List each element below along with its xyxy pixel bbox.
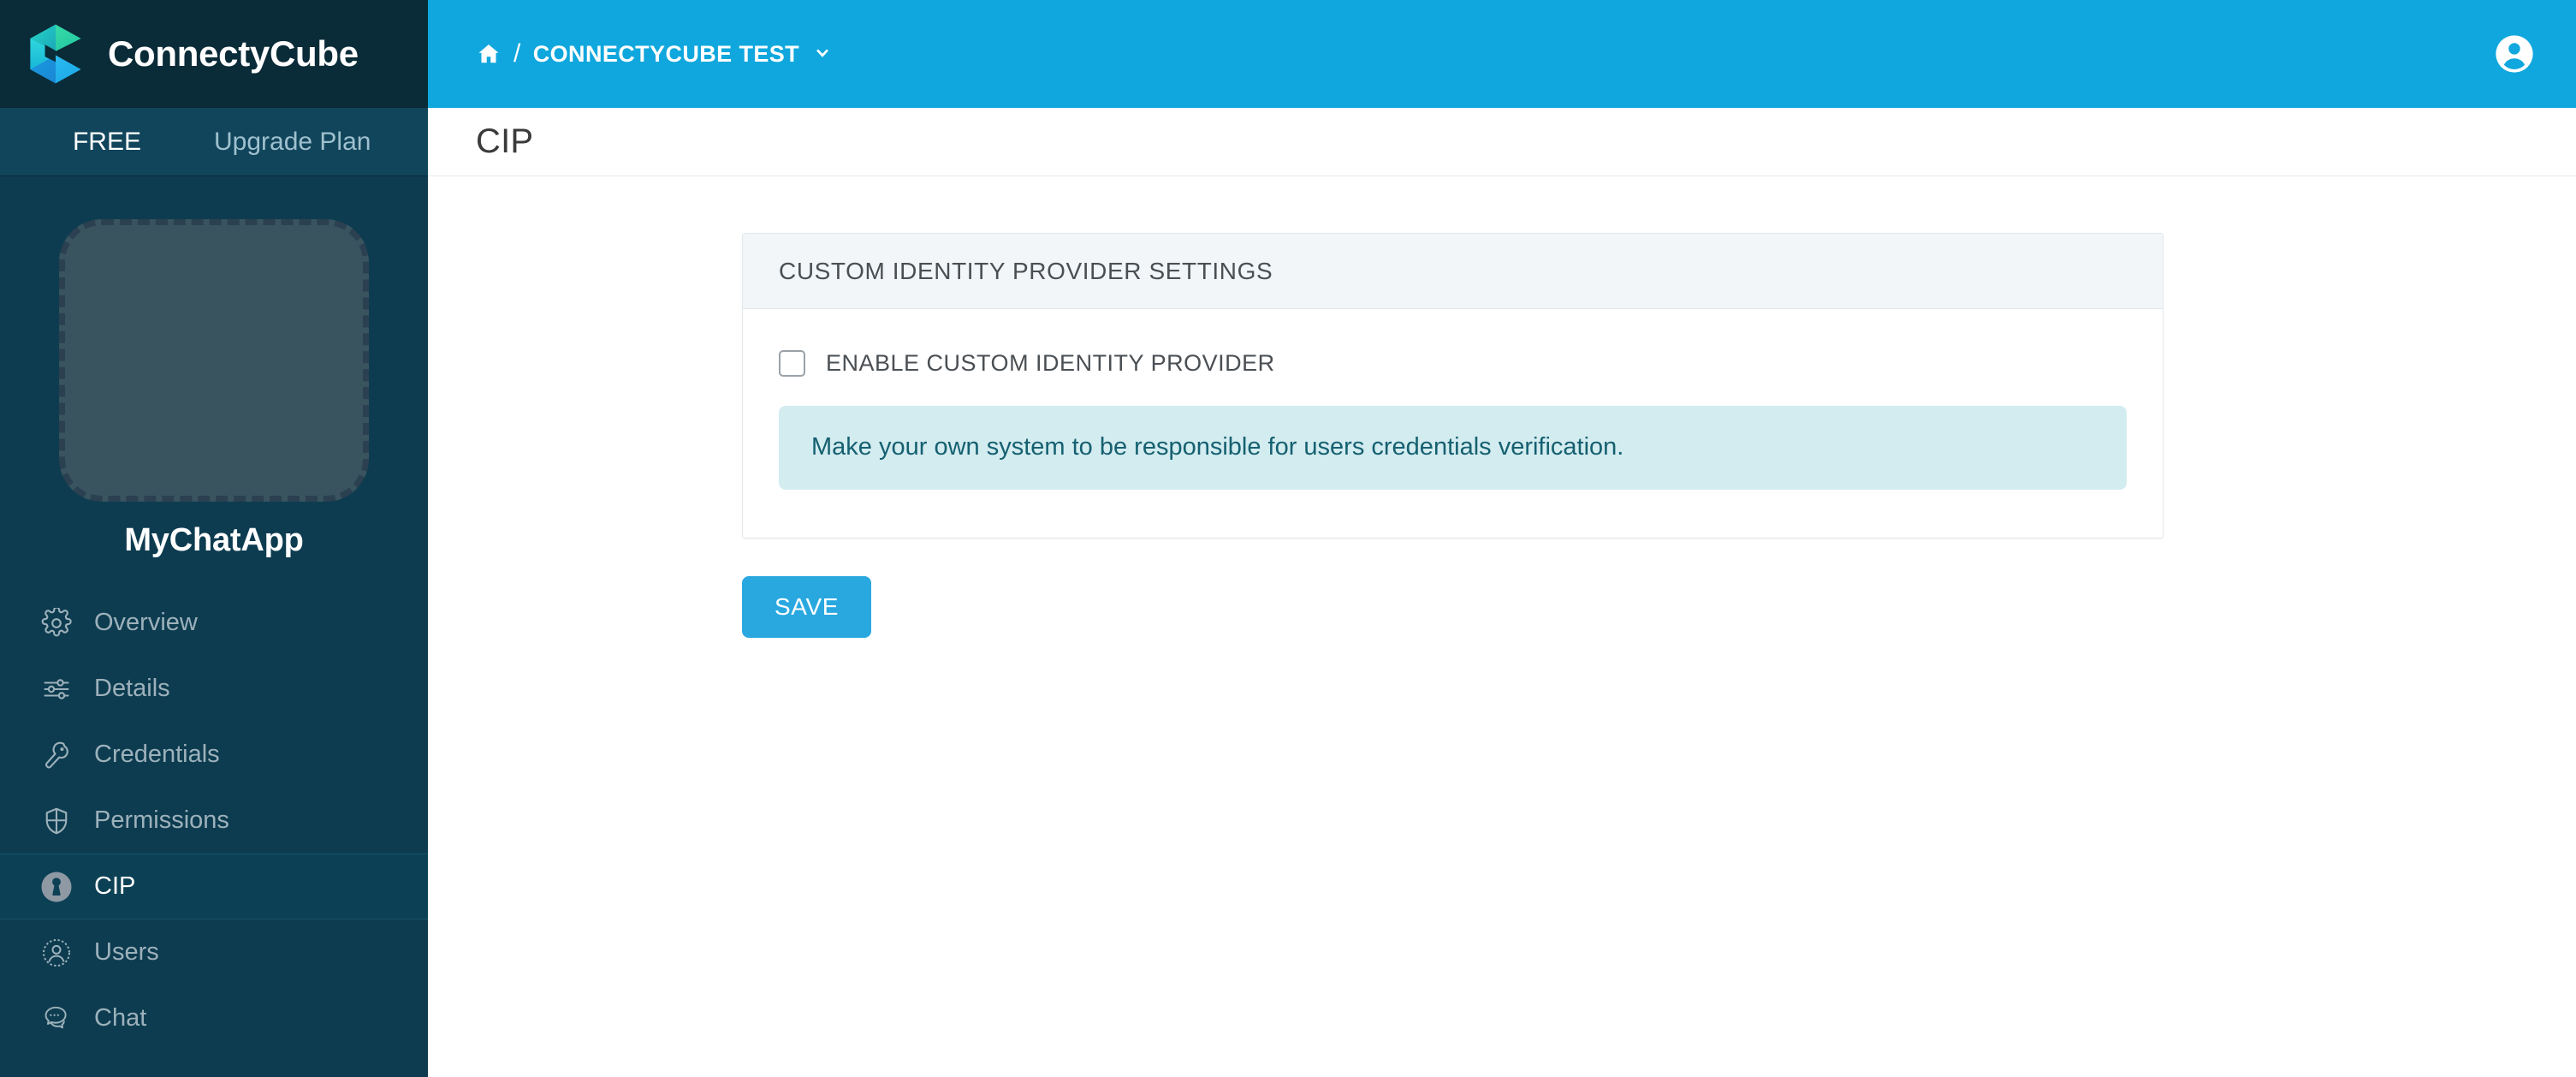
sidebar-item-chat[interactable]: Chat <box>0 985 428 1051</box>
breadcrumb: / CONNECTYCUBE TEST <box>476 39 834 68</box>
app-root: ConnectyCube FREE Upgrade Plan MyChatApp… <box>0 0 2576 1077</box>
top-bar: / CONNECTYCUBE TEST <box>428 0 2576 108</box>
info-banner: Make your own system to be responsible f… <box>779 406 2127 490</box>
save-button[interactable]: SAVE <box>742 575 872 638</box>
user-icon <box>38 934 75 972</box>
sidebar-item-label: Chat <box>94 1004 147 1032</box>
sidebar-item-label: Details <box>94 675 170 702</box>
connectycube-cube-logo-icon <box>22 21 89 87</box>
sidebar-item-details[interactable]: Details <box>0 656 428 722</box>
breadcrumb-project-selector[interactable]: CONNECTYCUBE TEST <box>533 41 834 68</box>
sidebar-item-cip[interactable]: CIP <box>0 854 428 919</box>
sidebar-item-label: Credentials <box>94 741 220 768</box>
sidebar-item-users[interactable]: Users <box>0 919 428 985</box>
home-icon[interactable] <box>476 41 502 67</box>
upgrade-plan-link[interactable]: Upgrade Plan <box>214 128 371 157</box>
sidebar-item-label: Permissions <box>94 806 229 834</box>
sliders-icon <box>38 670 75 708</box>
chevron-down-icon <box>811 43 834 65</box>
enable-cip-checkbox[interactable] <box>779 350 805 377</box>
enable-cip-label[interactable]: ENABLE CUSTOM IDENTITY PROVIDER <box>826 350 1275 377</box>
keyhole-icon <box>38 868 75 906</box>
app-avatar-placeholder[interactable] <box>59 219 369 502</box>
sidebar-item-credentials[interactable]: Credentials <box>0 722 428 788</box>
enable-cip-row: ENABLE CUSTOM IDENTITY PROVIDER <box>779 350 2127 377</box>
gear-icon <box>38 604 75 642</box>
app-identity-block: MyChatApp <box>0 176 428 590</box>
card-header-title: CUSTOM IDENTITY PROVIDER SETTINGS <box>779 257 1273 284</box>
plan-bar: FREE Upgrade Plan <box>0 108 428 176</box>
card-body: ENABLE CUSTOM IDENTITY PROVIDER Make you… <box>743 309 2163 538</box>
account-circle-icon[interactable] <box>2492 32 2537 76</box>
content-area: / CONNECTYCUBE TEST CIP CUSTOM IDENTITY … <box>428 0 2576 1077</box>
brand-name: ConnectyCube <box>108 33 359 74</box>
sidebar: ConnectyCube FREE Upgrade Plan MyChatApp… <box>0 0 428 1077</box>
sidebar-item-overview[interactable]: Overview <box>0 590 428 656</box>
breadcrumb-separator: / <box>513 39 521 68</box>
sidebar-item-permissions[interactable]: Permissions <box>0 788 428 854</box>
cip-settings-card: CUSTOM IDENTITY PROVIDER SETTINGS ENABLE… <box>742 233 2163 538</box>
main-content: CUSTOM IDENTITY PROVIDER SETTINGS ENABLE… <box>428 176 2576 1077</box>
page-title: CIP <box>476 122 534 160</box>
key-icon <box>38 736 75 774</box>
app-name: MyChatApp <box>124 522 304 558</box>
sidebar-item-label: Overview <box>94 609 198 636</box>
breadcrumb-project-label: CONNECTYCUBE TEST <box>532 40 800 67</box>
sidebar-nav: Overview Details Credentials Permissions… <box>0 590 428 1051</box>
shield-icon <box>38 802 75 840</box>
sidebar-item-label: CIP <box>94 872 136 900</box>
brand-header[interactable]: ConnectyCube <box>0 0 428 108</box>
page-header: CIP <box>428 108 2576 176</box>
card-header: CUSTOM IDENTITY PROVIDER SETTINGS <box>743 234 2163 309</box>
info-banner-text: Make your own system to be responsible f… <box>811 433 1624 461</box>
sidebar-item-label: Users <box>94 938 159 966</box>
chat-bubble-icon <box>38 1000 75 1038</box>
plan-tier-label: FREE <box>72 127 141 156</box>
